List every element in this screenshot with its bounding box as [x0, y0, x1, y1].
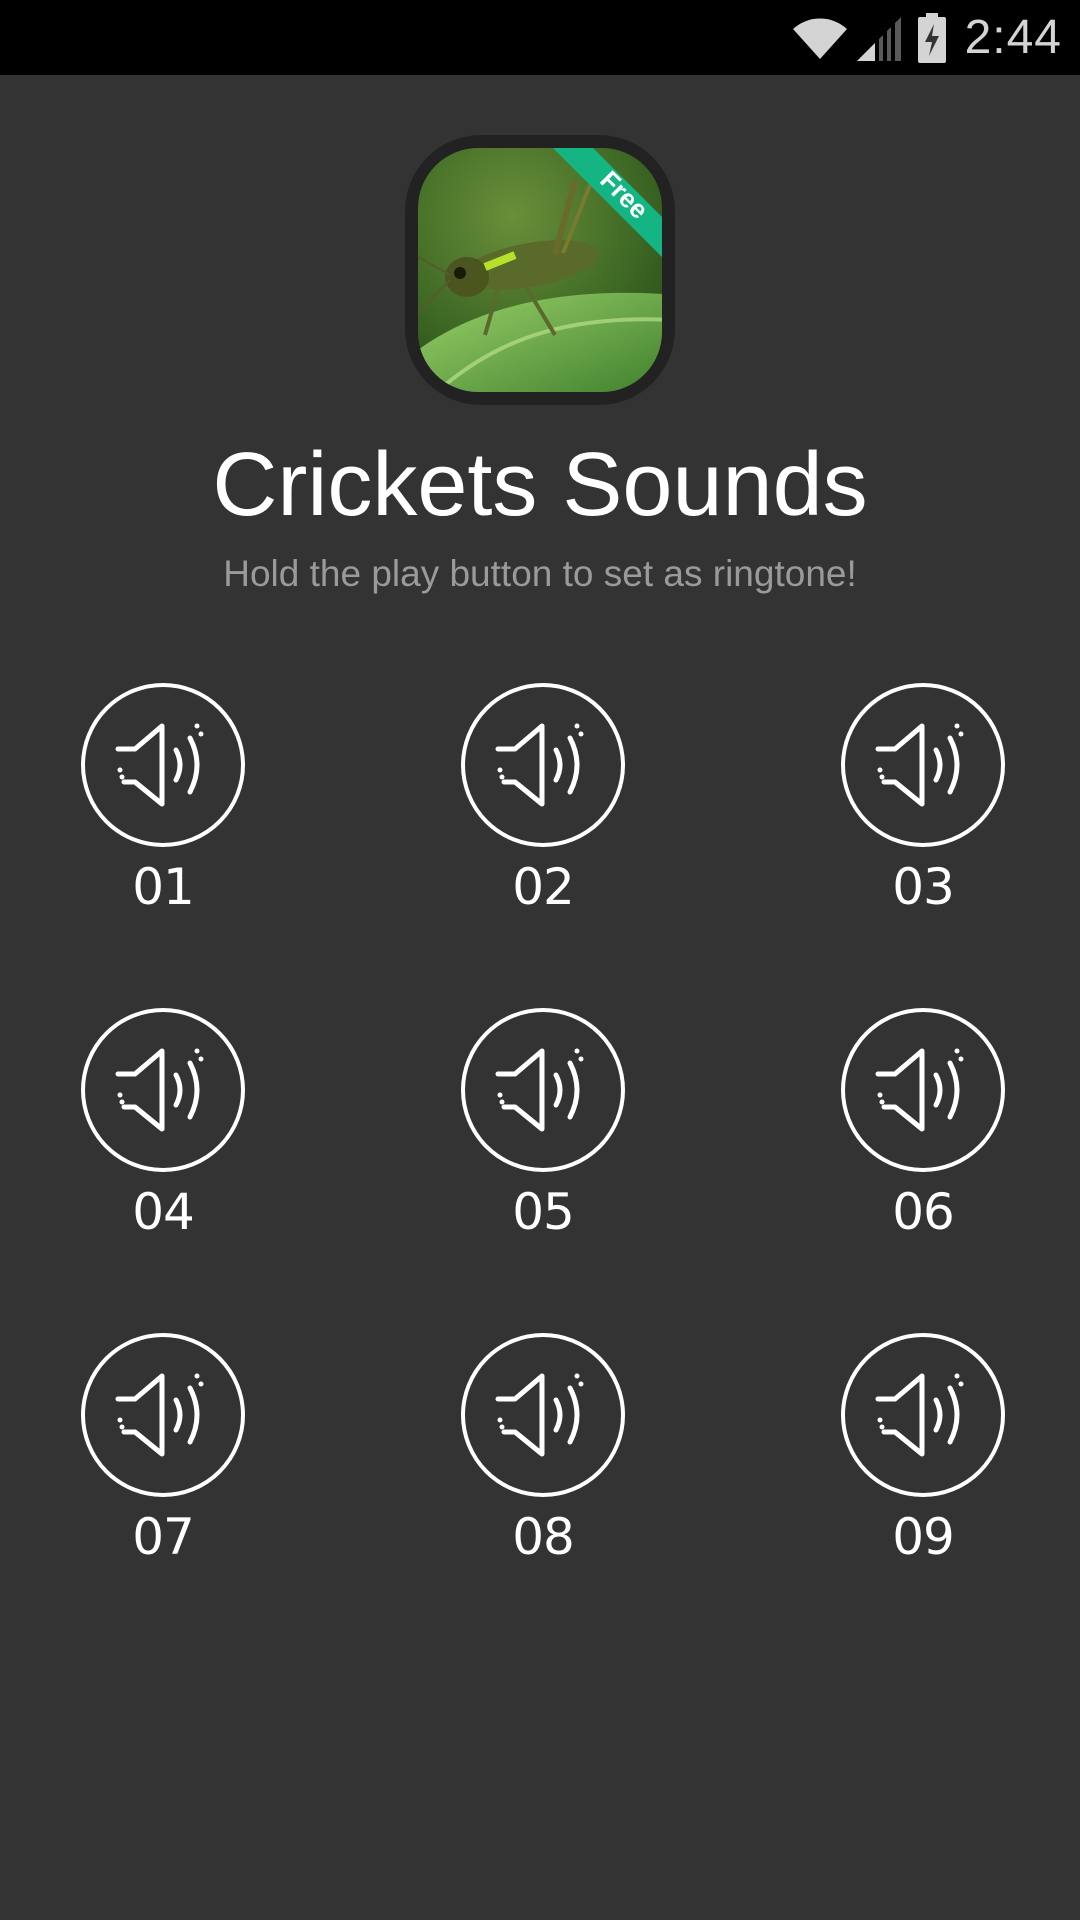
- speaker-icon: [81, 1333, 245, 1497]
- status-clock: 2:44: [964, 11, 1062, 64]
- app-title: Crickets Sounds: [212, 435, 868, 535]
- play-button-04[interactable]: [80, 1007, 246, 1173]
- play-button-07[interactable]: [80, 1332, 246, 1498]
- app-icon: Free: [405, 135, 675, 405]
- status-icons: 2:44: [791, 0, 1062, 75]
- sound-label-07: 07: [132, 1508, 195, 1566]
- speaker-icon: [841, 1008, 1005, 1172]
- sound-item-05: 05: [390, 1007, 690, 1307]
- speaker-icon: [81, 683, 245, 847]
- status-bar: 2:44: [0, 0, 1080, 75]
- sound-label-04: 04: [132, 1183, 195, 1241]
- speaker-icon: [841, 1333, 1005, 1497]
- sound-item-03: 03: [770, 682, 1070, 982]
- sound-item-06: 06: [770, 1007, 1070, 1307]
- battery-charging-icon: [917, 12, 947, 64]
- speaker-icon: [461, 1333, 625, 1497]
- app-subtitle: Hold the play button to set as ringtone!: [223, 553, 857, 594]
- play-button-08[interactable]: [460, 1332, 626, 1498]
- sound-label-02: 02: [512, 858, 575, 916]
- play-button-09[interactable]: [840, 1332, 1006, 1498]
- play-button-05[interactable]: [460, 1007, 626, 1173]
- sound-item-07: 07: [10, 1332, 310, 1632]
- speaker-icon: [461, 683, 625, 847]
- cell-signal-icon: [855, 13, 903, 63]
- speaker-icon: [81, 1008, 245, 1172]
- sound-label-06: 06: [892, 1183, 955, 1241]
- play-button-02[interactable]: [460, 682, 626, 848]
- sound-item-08: 08: [390, 1332, 690, 1632]
- sound-item-01: 01: [10, 682, 310, 982]
- wifi-icon: [791, 13, 849, 63]
- sound-item-09: 09: [770, 1332, 1070, 1632]
- sound-label-09: 09: [892, 1508, 955, 1566]
- sound-label-03: 03: [892, 858, 955, 916]
- sound-item-04: 04: [10, 1007, 310, 1307]
- sound-label-05: 05: [512, 1183, 575, 1241]
- speaker-icon: [841, 683, 1005, 847]
- sound-item-02: 02: [390, 682, 690, 982]
- sound-label-01: 01: [132, 858, 195, 916]
- play-button-06[interactable]: [840, 1007, 1006, 1173]
- play-button-03[interactable]: [840, 682, 1006, 848]
- sound-label-08: 08: [512, 1508, 575, 1566]
- speaker-icon: [461, 1008, 625, 1172]
- play-button-01[interactable]: [80, 682, 246, 848]
